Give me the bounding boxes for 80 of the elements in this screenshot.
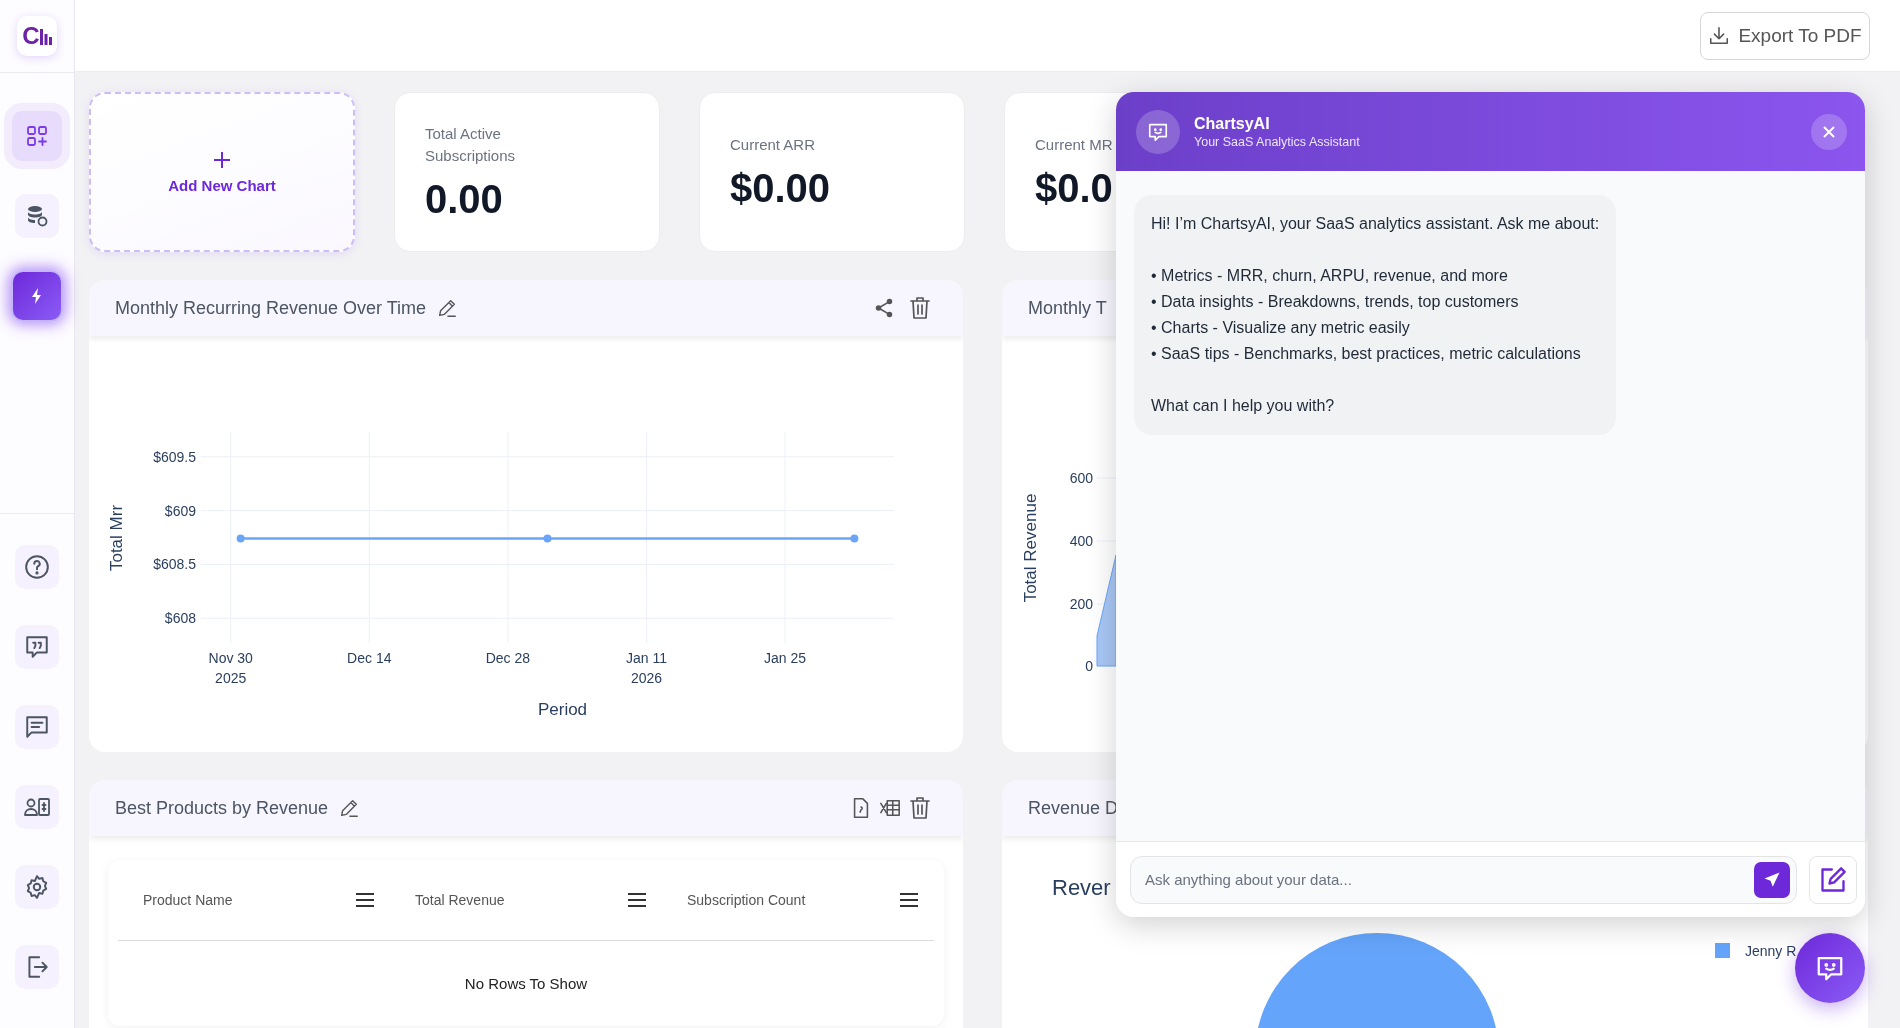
message-icon — [24, 714, 50, 740]
panel-title: Monthly Recurring Revenue Over Time — [115, 297, 427, 319]
quote-bubble-icon — [24, 634, 50, 660]
assistant-toggle[interactable] — [11, 270, 63, 322]
data-point — [543, 534, 552, 543]
close-icon — [1823, 125, 1835, 138]
panel-title: Monthly T — [1028, 297, 1107, 319]
x-tick-label: Jan 11 2026 — [626, 650, 667, 686]
trash-icon[interactable] — [909, 296, 931, 320]
send-icon — [1763, 870, 1781, 889]
x-tick-label: Dec 14 — [347, 650, 392, 666]
chat-title: ChartsyAI — [1194, 114, 1271, 133]
column-header[interactable]: Product Name — [143, 892, 233, 908]
y-tick-label: 200 — [1069, 596, 1093, 612]
nav-button[interactable] — [15, 945, 59, 989]
column-menu-icon[interactable] — [356, 893, 374, 907]
new-chat-button[interactable] — [1809, 855, 1857, 904]
data-point — [236, 534, 245, 543]
export-button[interactable]: Export To PDF — [1700, 11, 1870, 60]
y-tick-label: 0 — [1085, 658, 1093, 674]
document-icon[interactable] — [851, 797, 871, 819]
send-button[interactable] — [1754, 861, 1790, 898]
empty-message: No Rows To Show — [463, 974, 589, 994]
database-icon — [25, 204, 49, 228]
data-point — [850, 534, 859, 543]
legend-label: Jenny R — [1745, 943, 1797, 959]
logo[interactable]: C — [17, 16, 57, 56]
y-tick-label: $609 — [164, 502, 196, 519]
chat-subtitle: Your SaaS Analytics Assistant — [1194, 134, 1360, 149]
panel-title: Best Products by Revenue — [115, 797, 329, 819]
spreadsheet-icon[interactable] — [879, 797, 901, 819]
edit-icon[interactable] — [436, 297, 459, 319]
column-menu-icon[interactable] — [900, 893, 918, 907]
message-bullet: • Charts - Visualize any metric easily — [1151, 318, 1411, 338]
y-axis-title: Total Mrr — [107, 504, 126, 572]
chart-title: Rever — [1052, 875, 1111, 900]
stat-label: Current ARR — [730, 134, 817, 155]
help-icon — [24, 554, 50, 580]
chat-input-field[interactable]: Ask anything about your data... — [1130, 855, 1797, 904]
message-bullet: • Data insights - Breakdowns, trends, top customers — [1151, 292, 1520, 312]
stat-label: Current MR — [1035, 134, 1114, 155]
nav-button[interactable] — [15, 545, 59, 589]
message-text: Hi! I’m ChartsyAI, your SaaS analytics assistant. Ask me about: — [1151, 214, 1600, 234]
column-header[interactable]: Subscription Count — [687, 892, 806, 908]
lightning-icon — [30, 288, 44, 304]
stat-value: $0.0 — [1035, 165, 1114, 211]
stat-value: $0.00 — [730, 165, 832, 211]
y-tick-label: $608.5 — [153, 556, 196, 573]
trash-icon[interactable] — [909, 796, 931, 820]
message-bullet: • SaaS tips - Benchmarks, best practices, metric calculations — [1151, 344, 1582, 364]
plus-icon — [213, 150, 231, 169]
x-axis-title: Period — [537, 700, 588, 719]
y-tick-label: 400 — [1069, 533, 1093, 549]
edit-icon — [1819, 865, 1847, 894]
nav-button[interactable] — [15, 625, 59, 669]
nav-button[interactable] — [15, 785, 59, 829]
y-tick-label: $608 — [164, 610, 196, 627]
nav-button[interactable] — [15, 194, 59, 238]
y-tick-label: $609.5 — [153, 448, 196, 465]
stat-label: Total Active Subscriptions — [425, 123, 517, 166]
nav-button[interactable] — [15, 705, 59, 749]
message-text: What can I help you with? — [1151, 396, 1336, 416]
edit-icon[interactable] — [338, 797, 361, 819]
download-icon — [1708, 24, 1731, 47]
add-chart-card[interactable]: Add New Chart — [89, 92, 355, 252]
x-tick-label: Jan 25 — [764, 650, 807, 666]
y-tick-label: 600 — [1069, 470, 1093, 486]
close-button[interactable] — [1811, 113, 1847, 150]
column-menu-icon[interactable] — [628, 893, 646, 907]
column-header[interactable]: Total Revenue — [415, 892, 505, 908]
grid-plus-icon — [25, 124, 49, 148]
message-bullet: • Metrics - MRR, churn, ARPU, revenue, and more — [1151, 266, 1509, 286]
settings-icon — [24, 874, 50, 900]
stat-value: 0.00 — [425, 176, 504, 222]
y-axis-title: Total Revenue — [1021, 493, 1040, 603]
x-tick-label: Nov 30 2025 — [208, 650, 253, 686]
nav-button[interactable] — [15, 865, 59, 909]
share-icon[interactable] — [873, 297, 895, 319]
add-chart-label: Add New Chart — [168, 176, 276, 194]
x-tick-label: Dec 28 — [485, 650, 531, 666]
